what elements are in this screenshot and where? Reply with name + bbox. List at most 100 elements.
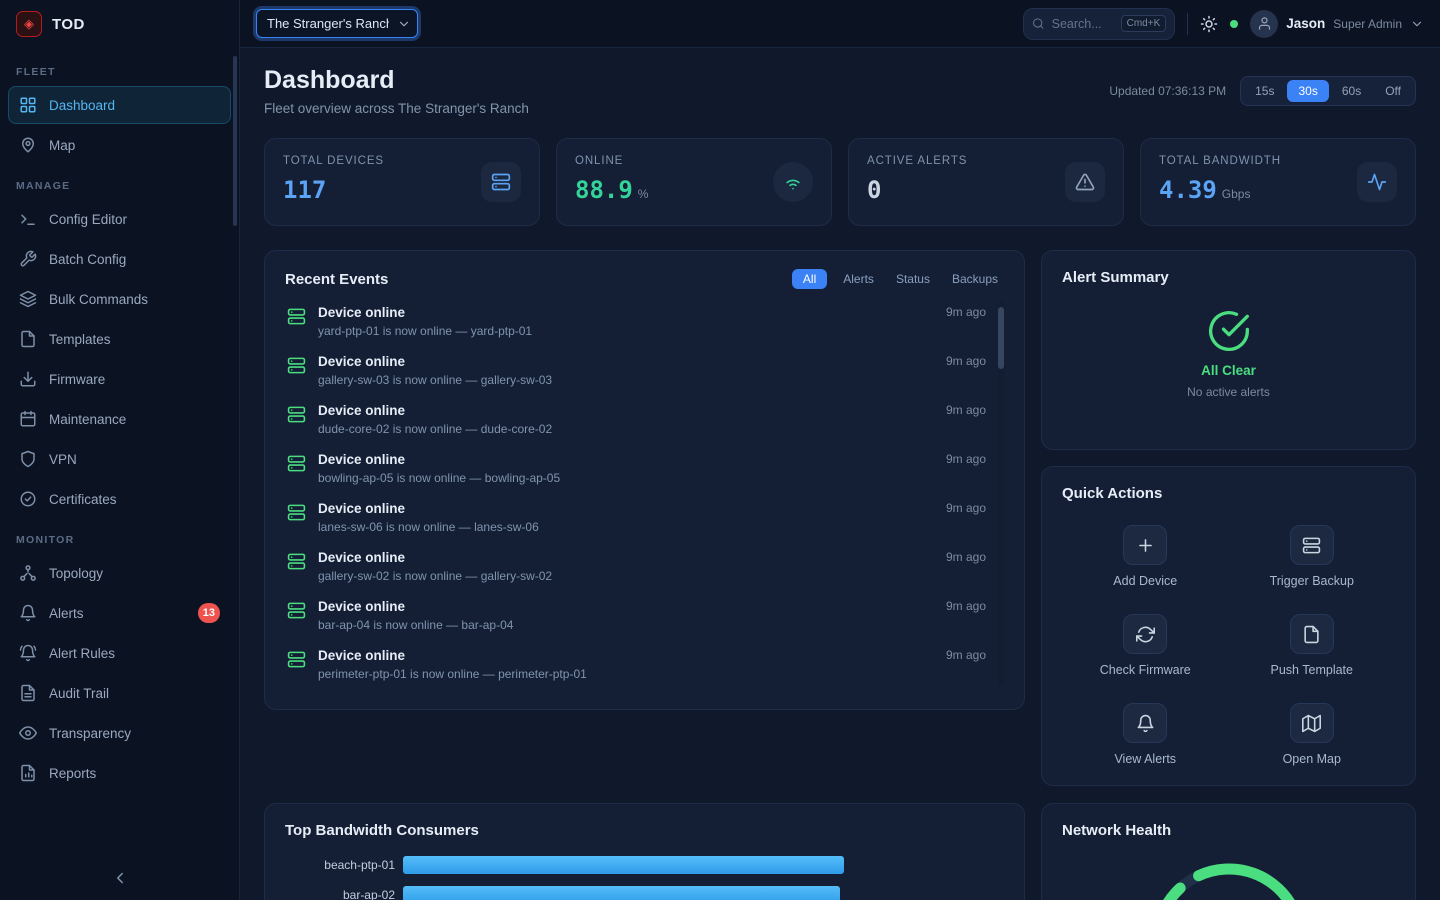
- map-pin-icon: [19, 136, 37, 154]
- sidebar-item-map[interactable]: Map: [8, 126, 231, 164]
- sidebar-item-label: Reports: [49, 766, 96, 781]
- alert-summary-title: Alert Summary: [1062, 269, 1169, 286]
- bandwidth-bar: [403, 856, 844, 874]
- alert-status-detail: No active alerts: [1187, 385, 1270, 399]
- sidebar-item-alerts[interactable]: Alerts 13: [8, 594, 231, 632]
- file-icon: [1290, 614, 1334, 654]
- server-icon: [287, 601, 306, 620]
- view-alerts-button[interactable]: View Alerts: [1114, 703, 1176, 766]
- stat-label: Total Devices: [283, 155, 384, 167]
- sidebar-item-label: Map: [49, 138, 75, 153]
- page-subtitle: Fleet overview across The Stranger's Ran…: [264, 101, 529, 116]
- bandwidth-consumers-card: Top Bandwidth Consumers beach-ptp-01 bar…: [264, 803, 1025, 900]
- sidebar-item-templates[interactable]: Templates: [8, 320, 231, 358]
- sidebar-item-audit-trail[interactable]: Audit Trail: [8, 674, 231, 712]
- map-icon: [1290, 703, 1334, 743]
- app-root: ◈ TOD Fleet Dashboard Map Manage Config …: [0, 0, 1440, 900]
- bandwidth-chart-title: Top Bandwidth Consumers: [285, 822, 479, 839]
- events-scrollbar-track[interactable]: [998, 301, 1004, 685]
- push-template-button[interactable]: Push Template: [1271, 614, 1353, 677]
- stat-value: 117: [283, 176, 326, 204]
- event-row[interactable]: Device onlinebowling-ap-05 is now online…: [285, 444, 988, 493]
- event-row[interactable]: Device onlineyard-ptp-01 is now online —…: [285, 297, 988, 346]
- stat-value: 88.9: [575, 176, 633, 204]
- sidebar-item-topology[interactable]: Topology: [8, 554, 231, 592]
- stat-label: Total Bandwidth: [1159, 155, 1281, 167]
- sidebar-item-dashboard[interactable]: Dashboard: [8, 86, 231, 124]
- sidebar-item-certificates[interactable]: Certificates: [8, 480, 231, 518]
- dashboard-icon: [19, 96, 37, 114]
- event-row[interactable]: Device onlinegallery-sw-03 is now online…: [285, 346, 988, 395]
- refresh-option-60s[interactable]: 60s: [1331, 80, 1372, 102]
- tab-alerts[interactable]: Alerts: [837, 269, 880, 289]
- activity-icon: [1357, 162, 1397, 202]
- event-row[interactable]: Device onlinedude-core-02 is now online …: [285, 395, 988, 444]
- refresh-option-30s[interactable]: 30s: [1287, 80, 1328, 102]
- stat-label: Active Alerts: [867, 155, 967, 167]
- server-icon: [287, 356, 306, 375]
- sidebar-item-label: Dashboard: [49, 98, 115, 113]
- refresh-option-15s[interactable]: 15s: [1244, 80, 1285, 102]
- events-scrollbar-thumb[interactable]: [998, 307, 1004, 369]
- event-time: 9m ago: [946, 648, 986, 662]
- refresh-option-off[interactable]: Off: [1374, 80, 1412, 102]
- server-icon: [287, 405, 306, 424]
- sun-icon: [1200, 15, 1218, 33]
- eye-icon: [19, 724, 37, 742]
- topbar-divider: [1187, 13, 1188, 35]
- network-health-title: Network Health: [1062, 822, 1171, 839]
- sidebar-item-maintenance[interactable]: Maintenance: [8, 400, 231, 438]
- open-map-button[interactable]: Open Map: [1283, 703, 1341, 766]
- search-box[interactable]: Cmd+K: [1023, 8, 1175, 40]
- file-icon: [19, 330, 37, 348]
- event-row[interactable]: Device onlinelanes-sw-06 is now online —…: [285, 493, 988, 542]
- sidebar-item-config-editor[interactable]: Config Editor: [8, 200, 231, 238]
- sidebar-item-label: Batch Config: [49, 252, 126, 267]
- bandwidth-bar: [403, 886, 840, 900]
- refresh-interval-control: 15s 30s 60s Off: [1240, 76, 1416, 106]
- sidebar-item-vpn[interactable]: VPN: [8, 440, 231, 478]
- quick-actions-card: Quick Actions Add Device Trigger Backup: [1041, 466, 1416, 786]
- sidebar-item-transparency[interactable]: Transparency: [8, 714, 231, 752]
- event-row[interactable]: Device onlineperimeter-ptp-01 is now onl…: [285, 640, 988, 689]
- sidebar-item-label: Firmware: [49, 372, 105, 387]
- trigger-backup-button[interactable]: Trigger Backup: [1270, 525, 1354, 588]
- server-icon: [287, 454, 306, 473]
- sidebar-item-reports[interactable]: Reports: [8, 754, 231, 792]
- wifi-icon: [773, 162, 813, 202]
- tab-backups[interactable]: Backups: [946, 269, 1004, 289]
- event-time: 9m ago: [946, 403, 986, 417]
- user-menu[interactable]: Jason Super Admin: [1250, 10, 1424, 38]
- bell-icon: [1123, 703, 1167, 743]
- search-input[interactable]: [1052, 17, 1114, 31]
- calendar-icon: [19, 410, 37, 428]
- theme-toggle-button[interactable]: [1200, 15, 1218, 33]
- sidebar-item-alert-rules[interactable]: Alert Rules: [8, 634, 231, 672]
- event-row[interactable]: Device onlinegallery-sw-02 is now online…: [285, 542, 988, 591]
- sidebar-item-batch-config[interactable]: Batch Config: [8, 240, 231, 278]
- chevron-left-icon: [111, 869, 129, 887]
- stat-total-devices: Total Devices 117: [264, 138, 540, 226]
- site-selector-wrap: The Stranger's Ranch: [256, 9, 418, 38]
- recent-events-title: Recent Events: [285, 271, 388, 288]
- server-icon: [287, 503, 306, 522]
- site-selector[interactable]: The Stranger's Ranch: [256, 9, 418, 38]
- sidebar-item-bulk-commands[interactable]: Bulk Commands: [8, 280, 231, 318]
- sidebar-item-label: Audit Trail: [49, 686, 109, 701]
- quick-actions-title: Quick Actions: [1062, 485, 1162, 502]
- sidebar-collapse-button[interactable]: [0, 856, 239, 900]
- alerts-count-badge: 13: [198, 603, 220, 623]
- tab-all[interactable]: All: [792, 269, 827, 289]
- chevron-down-icon: [1410, 17, 1424, 31]
- bell-icon: [19, 604, 37, 622]
- event-time: 9m ago: [946, 354, 986, 368]
- server-icon: [287, 307, 306, 326]
- check-firmware-button[interactable]: Check Firmware: [1100, 614, 1191, 677]
- sidebar-scrollbar[interactable]: [233, 56, 237, 226]
- search-shortcut-badge: Cmd+K: [1121, 15, 1167, 32]
- event-row[interactable]: Device onlinebar-ap-04 is now online — b…: [285, 591, 988, 640]
- add-device-button[interactable]: Add Device: [1113, 525, 1177, 588]
- tab-status[interactable]: Status: [890, 269, 936, 289]
- sidebar-item-label: Maintenance: [49, 412, 126, 427]
- sidebar-item-firmware[interactable]: Firmware: [8, 360, 231, 398]
